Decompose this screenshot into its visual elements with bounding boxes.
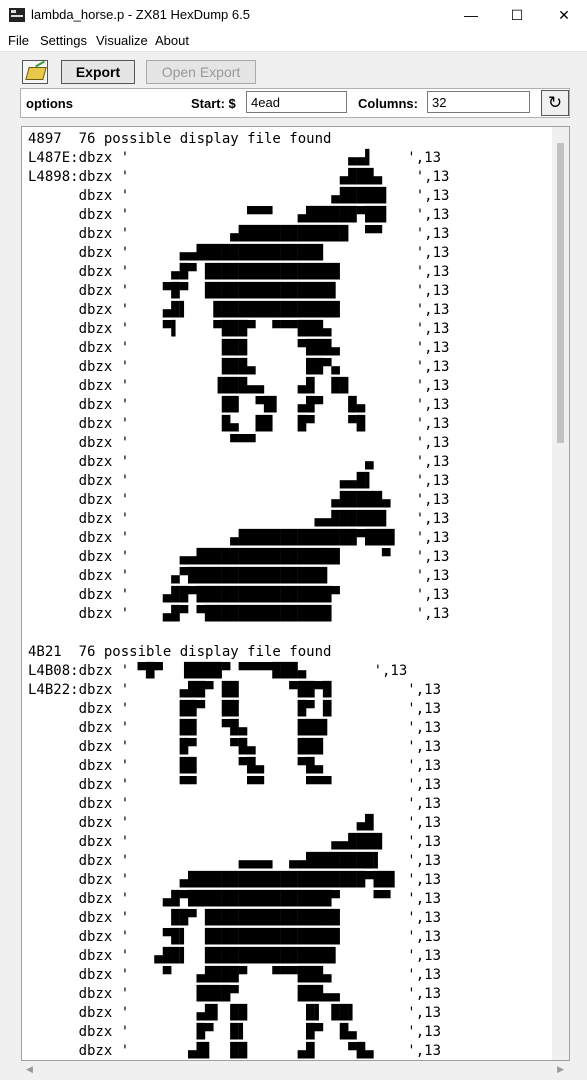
window-title: lambda_horse.p - ZX81 HexDump 6.5 [31,7,250,22]
output-line: dbzx ' ▄ ',13 [28,454,450,470]
menu-file[interactable]: File [8,33,29,48]
menu-bar: File Settings Visualize About [0,30,587,52]
columns-input[interactable] [427,91,530,113]
hexdump-output[interactable]: 4897 76 possible display file found L487E… [21,126,570,1061]
output-line: dbzx ' ██ ▀█▄ ███▌ ',13 [28,720,442,736]
output-line: dbzx ' ▀ ▄████▀ ▀▀▀███▄ ',13 [28,967,442,983]
output-line: dbzx ' ▄█████▄ ',13 [28,492,450,508]
output-line: dbzx ' ▄█████▌ ',13 [28,188,450,204]
output-line: dbzx ' ██ ▀█▌ ▄█▀ █▄ ',13 [28,397,450,413]
output-line: L487E:dbzx ' ▄▄▌ ',13 [28,150,442,166]
output-line: dbzx ' ▄▀████████████████▌ ',13 [28,568,450,584]
toolbar: Export Open Export [0,52,587,90]
options-label: options [26,96,73,111]
open-export-button[interactable]: Open Export [146,60,256,84]
output-line: dbzx ' ███ ▀███▄ ',13 [28,340,450,356]
output-line: dbzx ' ▄██▌ ███████████████▌ ',13 [28,948,442,964]
output-line: dbzx ' ▄▄█████████████████ ▀ ',13 [28,549,450,565]
scroll-right-icon[interactable]: ▶ [557,1064,564,1075]
output-line: dbzx ' ▄█▀ ████████████████ ',13 [28,264,450,280]
horizontal-scrollbar[interactable]: ◀ ▶ [21,1062,570,1079]
open-folder-button[interactable] [22,60,48,84]
output-line: 4897 76 possible display file found [28,131,332,147]
output-line: dbzx ' ▄██▀████████████████▀ ',13 [28,587,450,603]
title-bar: lambda_horse.p - ZX81 HexDump 6.5 — ☐ ✕ [0,0,587,30]
output-line: dbzx ' ▄█▌ ██ █▌ ██▌ ',13 [28,1005,442,1021]
output-line: dbzx ' ▄▄█▌ ',13 [28,473,450,489]
columns-label: Columns: [358,96,418,111]
menu-about[interactable]: About [155,33,189,48]
export-button[interactable]: Export [61,60,135,84]
start-input[interactable] [246,91,347,113]
output-line: 4B21 76 possible display file found [28,644,332,660]
maximize-button[interactable]: ☐ [494,0,540,30]
output-line: dbzx ' ██▀ ████████████████ ',13 [28,910,442,926]
output-line: dbzx ' █▀ █▌ █▀ █▄ ',13 [28,1024,442,1040]
output-line: dbzx ' ▀█▀ ███████████████▌ ',13 [28,283,450,299]
open-folder-icon [25,67,47,80]
output-line: dbzx ' ▄█▌ ██ ▄█ ▀█▄ ',13 [28,1043,442,1059]
refresh-icon: ↻ [547,93,563,112]
output-line: dbzx ' ▄█ ',13 [28,815,442,831]
output-line: dbzx ' ▄▄▄▄ ▄▄████████▌ ',13 [28,853,442,869]
menu-visualize[interactable]: Visualize [96,33,148,48]
minimize-button[interactable]: — [448,0,494,30]
refresh-button[interactable]: ↻ [541,90,569,116]
close-button[interactable]: ✕ [541,0,587,30]
output-line: dbzx ' ▄█████████████████████▀██▌ ',13 [28,872,442,888]
output-line: dbzx ' ▐███▄▄ ▄█ ██ ',13 [28,378,450,394]
start-label: Start: $ [191,96,236,111]
output-line: dbzx ' ▀█▌ ████████████████ ',13 [28,929,442,945]
output-line: dbzx ' ███▄ ██▀▄ ',13 [28,359,450,375]
output-lines: 4897 76 possible display file found L487E… [28,130,450,1060]
output-line: dbzx ' █▄ ██ █▀ ▀█ ',13 [28,416,450,432]
output-line: dbzx ' ██ ▀█▄ ▀█▄ ',13 [28,758,442,774]
output-line: dbzx ' ▄██████████████▀███▌ ',13 [28,530,450,546]
output-line: dbzx ' ▄▄██████▌ ',13 [28,511,450,527]
vertical-scrollbar[interactable] [552,127,569,1060]
options-bar: options Start: $ Columns: ↻ [20,88,570,118]
output-line: dbzx ' ▄█▀█████████████████▀ ▀▀ ',13 [28,891,442,907]
output-line: dbzx ' ▄█▌ ███████████████ ',13 [28,302,450,318]
output-line: dbzx ' ██▀ ██ █▀ █ ',13 [28,701,442,717]
output-line: dbzx ' █▀ ▀█▄ ███ ',13 [28,739,442,755]
output-line: dbzx ' ▄▄███████████████ ',13 [28,245,450,261]
output-line: dbzx ' ▄█████████████ ▀▀ ',13 [28,226,450,242]
output-line: L4B08:dbzx ' ▀█▀ ▐████▀ ▀▀▀▀███▄ ',13 [28,663,408,679]
scroll-thumb[interactable] [557,143,564,443]
output-line: dbzx ' ▄▄████ ',13 [28,834,442,850]
menu-settings[interactable]: Settings [40,33,87,48]
output-line: dbzx ' ',13 [28,796,442,812]
output-line: dbzx ' ▄█▀ ▀███████████████ ',13 [28,606,450,622]
output-line: dbzx ' ████▀ ███▄▄ ',13 [28,986,442,1002]
output-line: L4898:dbzx ' ▄███▄ ',13 [28,169,450,185]
output-line: dbzx ' ▀▀ ▀▀ ▀▀▀ ',13 [28,777,442,793]
output-line: dbzx ' ▀▀▀ ',13 [28,435,450,451]
scroll-left-icon[interactable]: ◀ [26,1064,33,1075]
output-line: dbzx ' ▀▀▀ ▄██████▀██▌ ',13 [28,207,450,223]
output-line: dbzx ' ▀▌ ▀███▀ ▀▀▀███▄ ',13 [28,321,450,337]
output-line: L4B22:dbzx ' ▄██▀ ██ ▀██▀█ ',13 [28,682,442,698]
app-icon [9,8,25,22]
